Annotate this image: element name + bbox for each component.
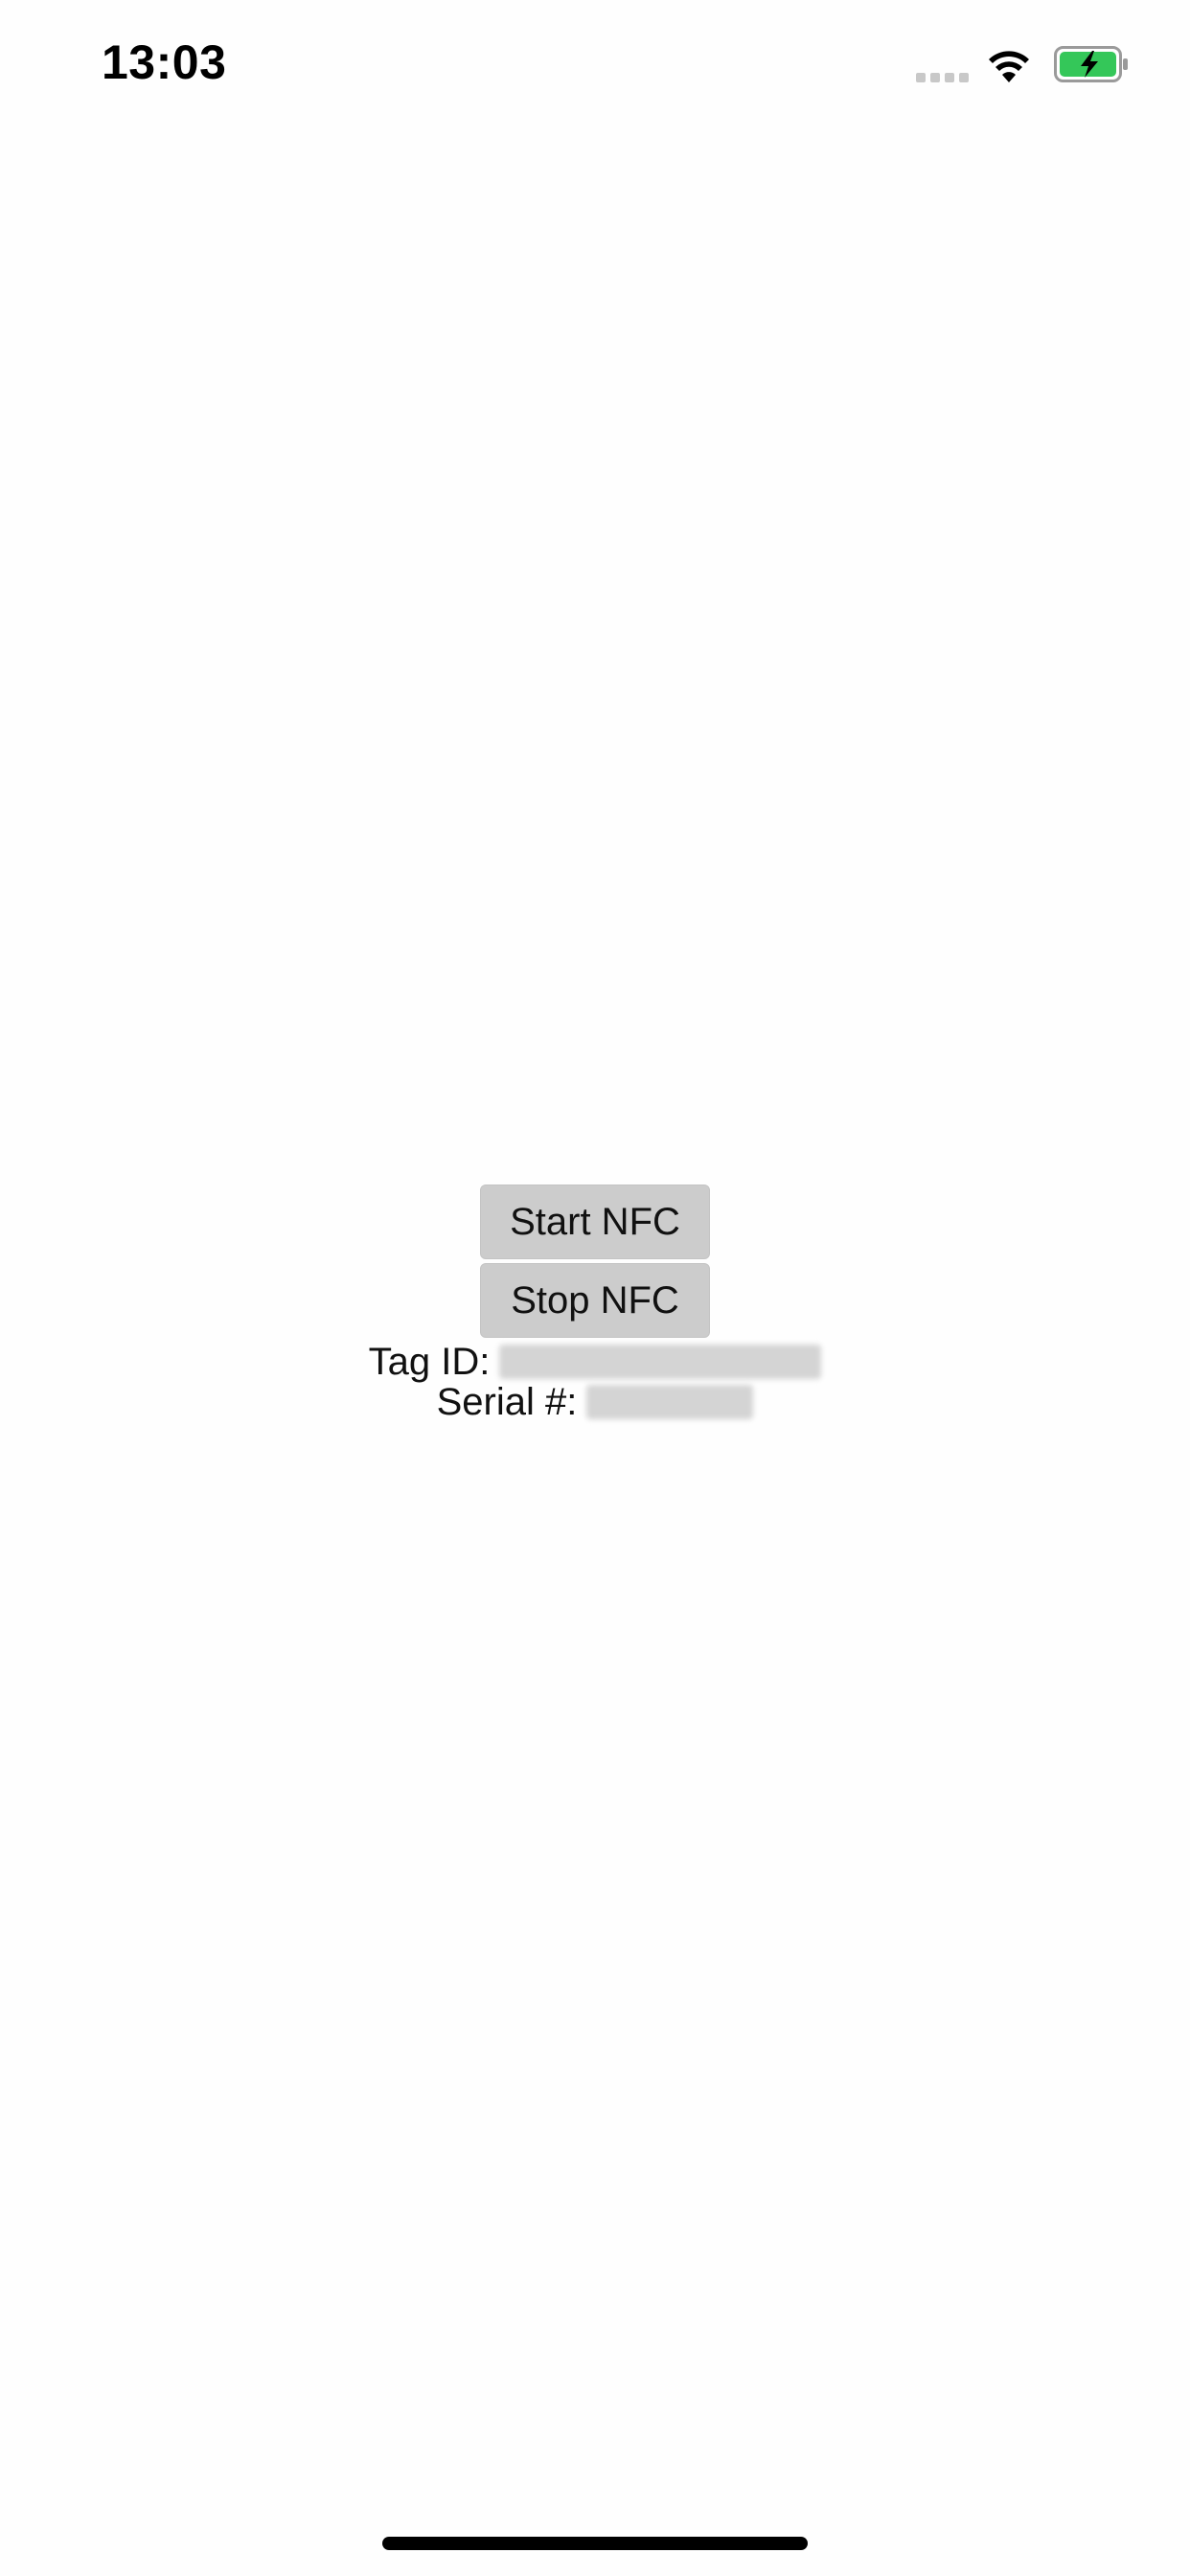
battery-charging-icon (1054, 46, 1131, 82)
cellular-signal-icon (916, 73, 970, 82)
wifi-icon (987, 50, 1031, 82)
status-time: 13:03 (102, 35, 227, 89)
tag-id-value-redacted (499, 1345, 822, 1379)
tag-id-line: Tag ID: (369, 1342, 822, 1382)
home-indicator[interactable] (382, 2537, 808, 2550)
serial-label: Serial #: (436, 1381, 578, 1423)
serial-line: Serial #: (437, 1382, 754, 1422)
stop-nfc-button[interactable]: Stop NFC (480, 1263, 710, 1338)
start-nfc-button[interactable]: Start NFC (480, 1184, 710, 1259)
app-screen: 13:03 Start NFC Stop NFC Tag ID: Serial … (0, 0, 1190, 2576)
serial-value-redacted (586, 1385, 754, 1419)
status-bar: 13:03 (0, 0, 1190, 125)
nfc-controls: Start NFC Stop NFC Tag ID: Serial #: (0, 1184, 1190, 1422)
tag-id-label: Tag ID: (368, 1341, 491, 1383)
